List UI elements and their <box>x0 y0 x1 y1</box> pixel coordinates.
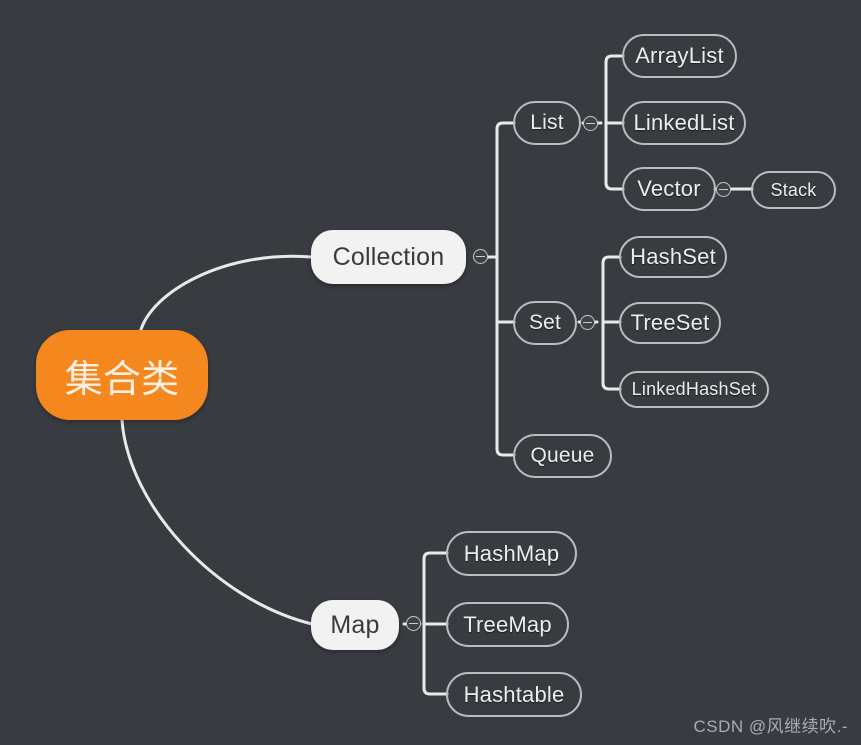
toggle-vector[interactable] <box>716 182 731 197</box>
edge-set-tree <box>601 255 622 391</box>
node-list-label: List <box>530 111 564 134</box>
node-linkedhashset[interactable]: LinkedHashSet <box>619 371 769 408</box>
edge-collection-tree <box>495 121 516 457</box>
edge-map-tree <box>422 551 449 696</box>
edge-list-tree <box>604 54 625 191</box>
node-map[interactable]: Map <box>311 600 399 650</box>
toggle-list[interactable] <box>583 116 598 131</box>
node-root[interactable]: 集合类 <box>36 330 208 420</box>
node-root-label: 集合类 <box>64 358 180 401</box>
toggle-collection[interactable] <box>473 249 488 264</box>
node-treeset-label: TreeSet <box>630 310 710 335</box>
node-hashtable[interactable]: Hashtable <box>446 672 582 717</box>
node-vector[interactable]: Vector <box>622 167 716 211</box>
node-queue-label: Queue <box>530 444 595 467</box>
node-list[interactable]: List <box>513 101 581 145</box>
mindmap-canvas: 集合类 Collection Map List Set Queue ArrayL… <box>0 0 861 745</box>
node-hashtable-label: Hashtable <box>463 681 565 707</box>
node-arraylist-label: ArrayList <box>635 43 724 68</box>
node-treeset[interactable]: TreeSet <box>619 302 721 344</box>
node-linkedhashset-label: LinkedHashSet <box>631 379 757 399</box>
node-stack[interactable]: Stack <box>751 171 836 209</box>
node-set-label: Set <box>528 311 562 334</box>
node-collection-label: Collection <box>332 242 445 271</box>
node-hashset-label: HashSet <box>630 244 716 269</box>
node-treemap[interactable]: TreeMap <box>446 602 569 647</box>
node-set[interactable]: Set <box>513 301 577 345</box>
node-queue[interactable]: Queue <box>513 434 612 478</box>
node-map-label: Map <box>330 610 380 639</box>
toggle-set[interactable] <box>580 315 595 330</box>
node-linkedlist[interactable]: LinkedList <box>622 101 746 145</box>
toggle-map[interactable] <box>406 616 421 631</box>
node-hashset[interactable]: HashSet <box>619 236 727 278</box>
node-hashmap[interactable]: HashMap <box>446 531 577 576</box>
node-vector-label: Vector <box>637 176 701 201</box>
node-collection[interactable]: Collection <box>311 230 466 284</box>
node-arraylist[interactable]: ArrayList <box>622 34 737 78</box>
node-stack-label: Stack <box>770 179 817 200</box>
node-hashmap-label: HashMap <box>463 540 560 566</box>
watermark: CSDN @风继续吹.- <box>693 717 848 736</box>
edge-root-collection <box>138 254 314 335</box>
edge-root-map <box>120 418 314 626</box>
node-linkedlist-label: LinkedList <box>633 110 735 135</box>
node-treemap-label: TreeMap <box>463 611 552 637</box>
